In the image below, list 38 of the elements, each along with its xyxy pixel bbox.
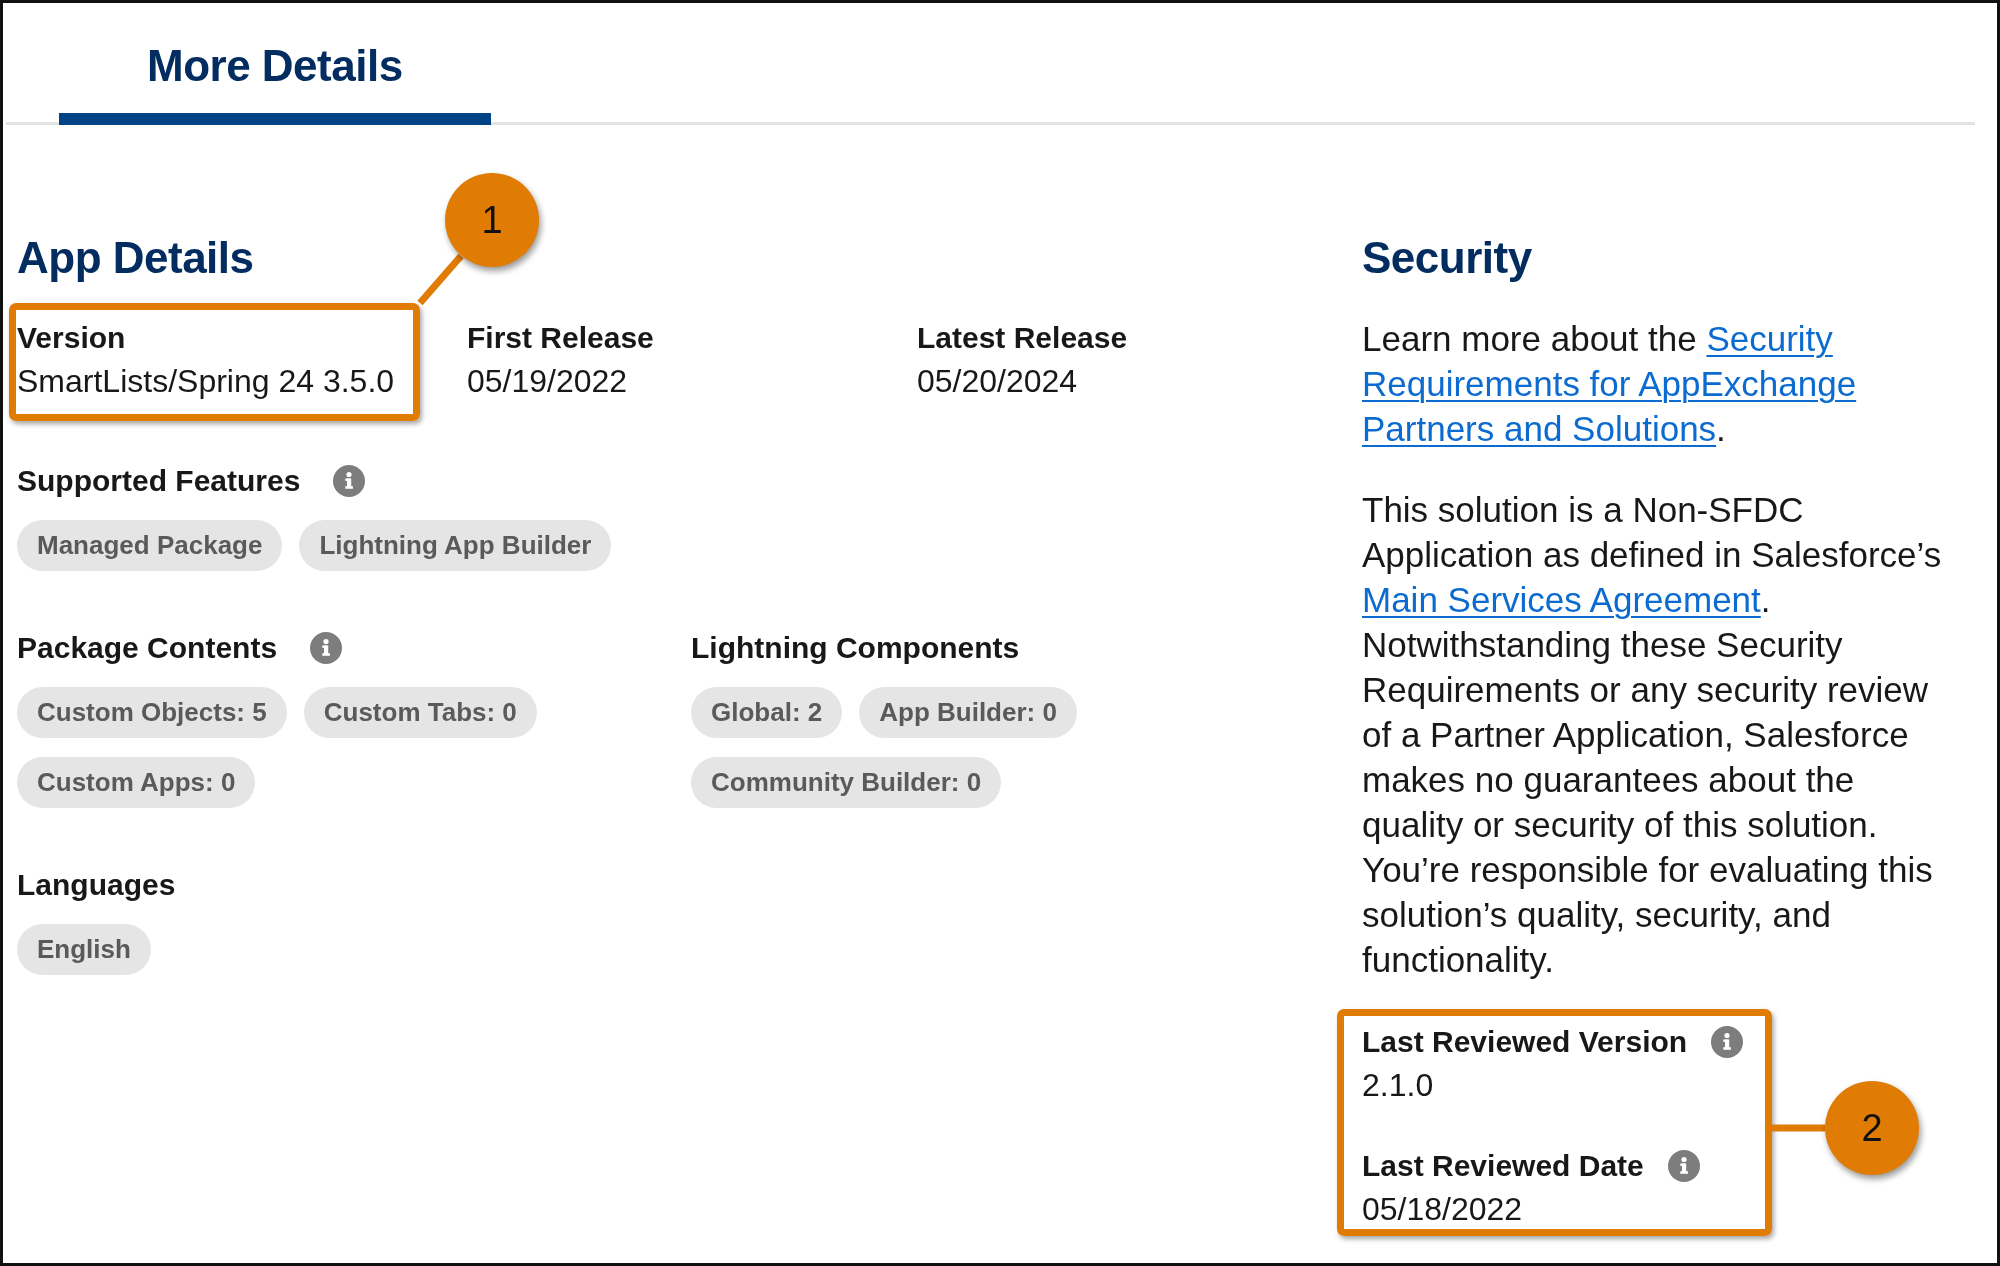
- section-heading: Security: [1362, 232, 1532, 284]
- field-value: 05/20/2024: [917, 362, 1078, 401]
- tag-pill: Custom Objects: 5: [17, 687, 287, 738]
- tag-pill: Global: 2: [691, 687, 843, 738]
- field-label: First Release: [467, 320, 654, 356]
- field-label: Last Reviewed Date: [1362, 1148, 1644, 1184]
- callout-badge: 1: [445, 173, 539, 267]
- section-heading: App Details: [17, 232, 254, 284]
- field-label: Last Reviewed Version: [1362, 1024, 1688, 1060]
- section-label: Languages: [17, 867, 176, 903]
- field-value: 05/18/2022: [1362, 1190, 1523, 1229]
- info-icon[interactable]: [1667, 1150, 1700, 1182]
- field-label: Latest Release: [917, 320, 1128, 356]
- info-icon[interactable]: [310, 632, 343, 664]
- security-text: This solution is a Non-SFDC Application as defined in Salesforce’s Main Services Agreement. Notwithstanding these Security Requirements or any security review of a Partner Application, Salesforce makes no guarantees about the quality or security of this solution. You’re responsible for evaluating this solution’s quality, security, and functionality.: [1362, 489, 1943, 981]
- text-link[interactable]: Partners and Solutions: [1362, 409, 1717, 448]
- field-label: Version: [17, 320, 126, 356]
- field-value: 2.1.0: [1362, 1066, 1434, 1105]
- info-icon[interactable]: [1711, 1026, 1744, 1058]
- text-link[interactable]: Main Services Agreement: [1362, 580, 1761, 619]
- tag-pill: English: [17, 924, 151, 975]
- callout-badge: 2: [1825, 1081, 1919, 1175]
- section-label: Supported Features: [17, 463, 301, 499]
- tag-pill: Community Builder: 0: [691, 757, 1002, 808]
- tab[interactable]: More Details: [59, 3, 491, 125]
- tag-pill: App Builder: 0: [859, 687, 1077, 738]
- section-label: Lightning Components: [691, 630, 1020, 666]
- tag-pill: Custom Apps: 0: [17, 757, 256, 808]
- text-link[interactable]: Requirements for AppExchange: [1362, 364, 1857, 403]
- section-label: Package Contents: [17, 630, 278, 666]
- security-text: Learn more about the Security Requirements for AppExchange Partners and Solutions.: [1362, 318, 1858, 450]
- tag-pill: Lightning App Builder: [299, 520, 612, 571]
- info-icon[interactable]: [333, 465, 366, 497]
- field-value: SmartLists/Spring 24 3.5.0: [17, 362, 395, 401]
- field-value: 05/19/2022: [467, 362, 628, 401]
- tag-pill: Managed Package: [17, 520, 283, 571]
- text-link[interactable]: Security: [1706, 319, 1833, 358]
- tag-pill: Custom Tabs: 0: [303, 687, 537, 738]
